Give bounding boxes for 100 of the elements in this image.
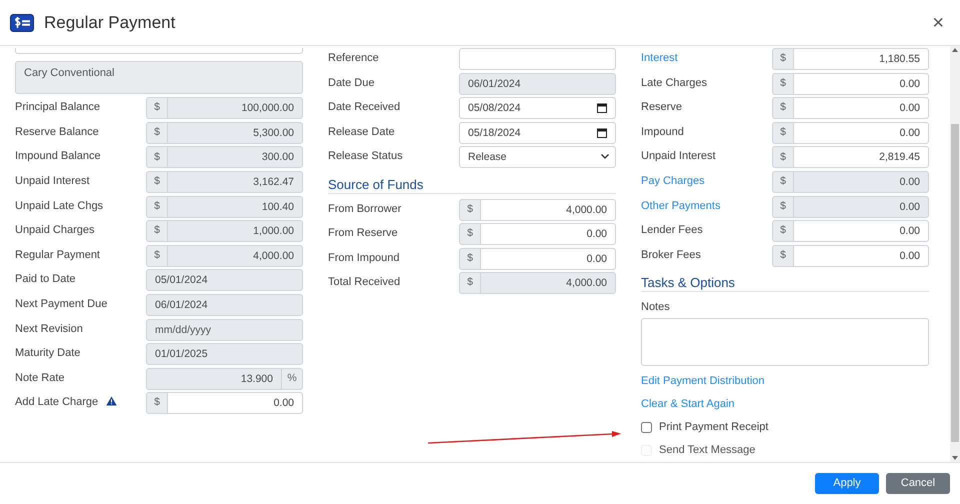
scroll-up-icon[interactable] xyxy=(952,48,958,52)
field-label: Lender Fees xyxy=(641,223,704,238)
chevron-down-icon xyxy=(601,154,609,160)
date-field[interactable]: 05/01/2024 xyxy=(146,269,303,292)
date-field[interactable]: 06/01/2024 xyxy=(146,294,303,316)
amount-field[interactable]: 100,000.00 xyxy=(167,97,303,120)
field-label: Unpaid Late Chgs xyxy=(15,198,104,214)
amount-field[interactable]: 300.00 xyxy=(167,146,303,168)
select-field[interactable] xyxy=(15,48,303,54)
field-label: Impound xyxy=(641,124,685,140)
field-label: Add Late Charge xyxy=(15,396,98,408)
notes-field[interactable] xyxy=(641,318,929,366)
date-field[interactable]: 05/18/2024 xyxy=(459,122,616,144)
amount-field[interactable]: 4,000.00 xyxy=(480,272,616,294)
currency-label: $ xyxy=(146,97,167,120)
field-label: Regular Payment xyxy=(15,248,101,263)
scroll-down-icon[interactable] xyxy=(952,456,958,460)
field-label: Paid to Date xyxy=(15,272,77,288)
checkbox-label: Print Payment Receipt xyxy=(659,420,768,435)
amount-field[interactable]: 1,180.55 xyxy=(793,48,929,70)
currency-label: $ xyxy=(146,122,167,144)
field-label: Total Received xyxy=(328,275,402,290)
currency-label: $ xyxy=(772,170,793,193)
field-label: Next Payment Due xyxy=(15,296,108,312)
amount-field[interactable]: 0.00 xyxy=(793,244,929,267)
date-field[interactable]: 06/01/2024 xyxy=(459,72,616,95)
field-label: Release Status xyxy=(328,149,404,164)
date-field[interactable]: mm/dd/yyyy xyxy=(146,318,303,341)
currency-label: $ xyxy=(459,223,480,246)
field-label: Date Received xyxy=(328,100,402,116)
currency-label: $ xyxy=(772,122,793,144)
currency-label: $ xyxy=(146,196,167,218)
currency-label: $ xyxy=(772,146,793,168)
amount-field[interactable]: 0.00 xyxy=(793,220,929,242)
section-heading: Source of Funds xyxy=(328,176,616,194)
checkbox[interactable] xyxy=(641,422,652,433)
checkbox-label: Send Text Message xyxy=(659,442,756,458)
currency-label: $ xyxy=(146,392,167,414)
amount-field[interactable]: 0.00 xyxy=(793,97,929,120)
amount-field[interactable]: 4,000.00 xyxy=(167,244,303,267)
percent-label: % xyxy=(282,368,303,390)
dropdown[interactable]: Release xyxy=(459,146,616,168)
amount-field[interactable]: 2,819.45 xyxy=(793,146,929,168)
field-label: Notes xyxy=(641,300,671,315)
field-label: Unpaid Charges xyxy=(15,223,96,238)
amount-field[interactable]: 0.00 xyxy=(167,392,303,414)
amount-field[interactable]: 0.00 xyxy=(793,122,929,144)
memo-field[interactable]: Cary Conventional xyxy=(15,60,303,94)
field-label: Reference xyxy=(328,51,380,66)
currency-label: $ xyxy=(146,170,167,193)
amount-field[interactable]: 0.00 xyxy=(793,72,929,95)
amount-field[interactable]: 3,162.47 xyxy=(167,170,303,193)
field-label: Reserve xyxy=(641,100,683,116)
field-label: Impound Balance xyxy=(15,149,102,164)
currency-label: $ xyxy=(146,220,167,242)
currency-label: $ xyxy=(772,72,793,95)
currency-label: $ xyxy=(459,272,480,294)
currency-label: $ xyxy=(772,196,793,218)
field-label: Note Rate xyxy=(15,370,66,386)
field-label: Late Charges xyxy=(641,76,708,91)
field-label: From Reserve xyxy=(328,226,399,242)
amount-field[interactable]: 0.00 xyxy=(480,248,616,270)
rate-field[interactable]: 13.900 xyxy=(146,368,282,390)
currency-label: $ xyxy=(772,97,793,120)
field-label: Reserve Balance xyxy=(15,124,100,140)
currency-label: $ xyxy=(772,48,793,70)
currency-label: $ xyxy=(146,244,167,267)
field-label: Date Due xyxy=(328,76,376,91)
cancel-button[interactable]: Cancel xyxy=(886,473,950,494)
currency-label: $ xyxy=(459,248,480,270)
field-label: From Impound xyxy=(328,250,401,266)
amount-field[interactable]: 0.00 xyxy=(793,170,929,193)
field-label: Principal Balance xyxy=(15,100,101,116)
calendar-icon xyxy=(597,103,607,114)
currency-label: $ xyxy=(772,220,793,242)
field-label: Unpaid Interest xyxy=(641,149,717,164)
close-button[interactable]: × xyxy=(926,12,950,32)
apply-button[interactable]: Apply xyxy=(815,473,879,494)
amount-field[interactable]: 0.00 xyxy=(480,223,616,246)
currency-label: $ xyxy=(459,198,480,221)
amount-field[interactable]: 0.00 xyxy=(793,196,929,218)
amount-field[interactable]: 5,300.00 xyxy=(167,122,303,144)
amount-field[interactable]: 4,000.00 xyxy=(480,198,616,221)
date-field[interactable]: 01/01/2025 xyxy=(146,343,303,366)
scrollbar-track[interactable] xyxy=(950,46,960,462)
date-field[interactable]: 05/08/2024 xyxy=(459,97,616,120)
payment-icon xyxy=(10,14,34,32)
field-label: Broker Fees xyxy=(641,248,702,263)
field-label: Maturity Date xyxy=(15,346,82,362)
window-title: Regular Payment xyxy=(44,12,176,34)
text-field[interactable] xyxy=(459,48,616,70)
amount-field[interactable]: 100.40 xyxy=(167,196,303,218)
currency-label: $ xyxy=(772,244,793,267)
field-label: From Borrower xyxy=(328,202,402,217)
field-label: Release Date xyxy=(328,124,396,140)
scrollbar-thumb[interactable] xyxy=(951,124,959,442)
calendar-icon xyxy=(597,128,607,138)
amount-field[interactable]: 1,000.00 xyxy=(167,220,303,242)
currency-label: $ xyxy=(146,146,167,168)
section-heading: Tasks & Options xyxy=(641,275,929,292)
